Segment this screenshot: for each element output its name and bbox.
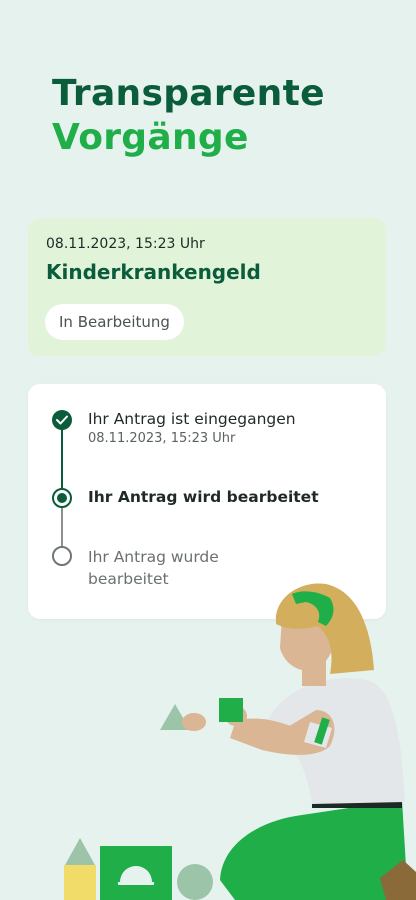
title-line-2: Vorgänge: [52, 117, 249, 158]
child-playing-illustration: [64, 583, 416, 900]
check-icon: [52, 410, 72, 430]
title-line-1: Transparente: [52, 73, 325, 114]
timeline-step-processing: Ihr Antrag wird bearbeitet: [88, 488, 319, 506]
timeline-connector: [61, 506, 63, 546]
case-card[interactable]: 08.11.2023, 15:23 Uhr Kinderkrankengeld …: [28, 218, 386, 356]
timeline-connector: [61, 420, 63, 497]
case-name: Kinderkrankengeld: [46, 260, 261, 284]
case-date: 08.11.2023, 15:23 Uhr: [46, 236, 205, 252]
timeline-step-received-date: 08.11.2023, 15:23 Uhr: [88, 431, 236, 446]
timeline-step-received: Ihr Antrag ist eingegangen: [88, 410, 296, 428]
status-badge: In Bearbeitung: [45, 304, 184, 340]
page-title: Transparente Vorgänge: [52, 72, 325, 160]
radio-filled-icon: [52, 488, 72, 508]
